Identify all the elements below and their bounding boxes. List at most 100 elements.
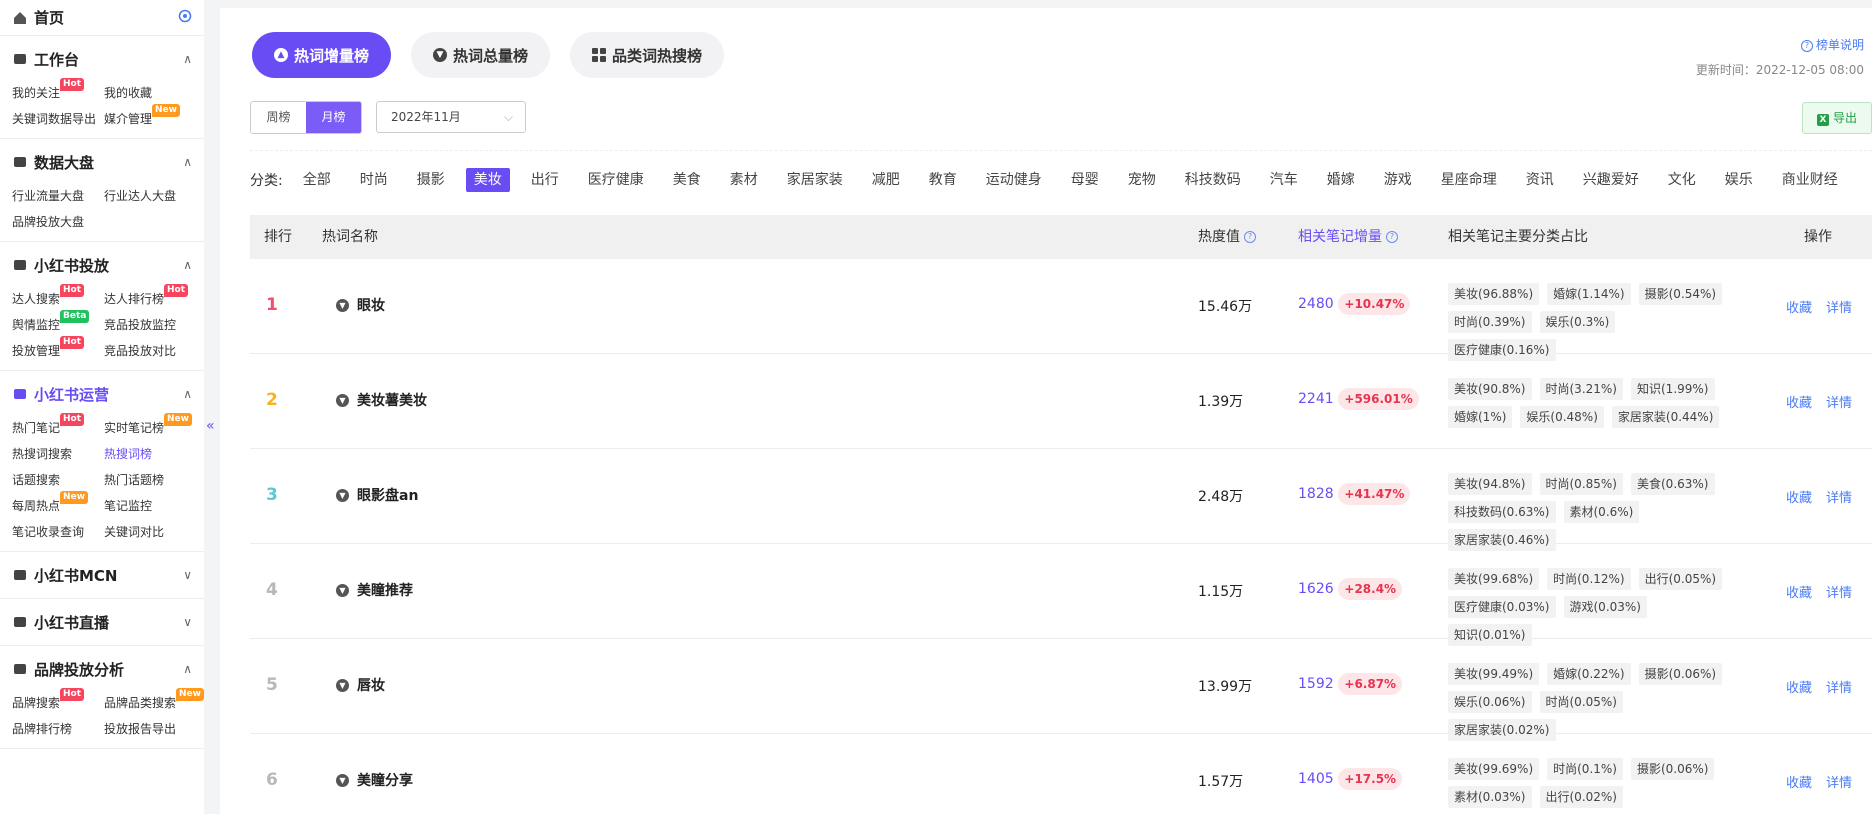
sidebar-section-header[interactable]: 小红书MCN ∨ — [0, 552, 204, 598]
sidebar-item[interactable]: 笔记监控 — [104, 495, 204, 517]
category-11[interactable]: 运动健身 — [978, 168, 1050, 192]
sidebar-item[interactable]: 品牌投放大盘 — [12, 211, 104, 233]
chevron-icon[interactable]: ∧ — [183, 52, 192, 66]
sidebar-item[interactable]: 话题搜索 — [12, 469, 104, 491]
sidebar-item[interactable]: 每周热点 New — [12, 491, 104, 517]
favorite-link[interactable]: 收藏 — [1786, 586, 1812, 601]
sidebar-item[interactable]: 舆情监控 Beta — [12, 310, 104, 336]
weekly-button[interactable]: 周榜 — [251, 102, 306, 133]
sidebar-item[interactable]: 热搜词搜索 — [12, 443, 104, 465]
favorite-link[interactable]: 收藏 — [1786, 491, 1812, 506]
category-1[interactable]: 时尚 — [352, 168, 396, 192]
category-9[interactable]: 减肥 — [864, 168, 908, 192]
category-3[interactable]: 美妆 — [465, 168, 510, 192]
detail-link[interactable]: 详情 — [1826, 396, 1852, 411]
hotword[interactable]: ▼ 美瞳分享 — [336, 770, 413, 790]
category-20[interactable]: 兴趣爱好 — [1575, 168, 1647, 192]
sidebar-section-header[interactable]: 小红书直播 ∨ — [0, 599, 204, 645]
collapse-sidebar-icon[interactable]: « — [206, 418, 215, 434]
badge: Beta — [60, 310, 90, 323]
category-22[interactable]: 娱乐 — [1717, 168, 1761, 192]
detail-link[interactable]: 详情 — [1826, 776, 1852, 791]
favorite-link[interactable]: 收藏 — [1786, 301, 1812, 316]
category-17[interactable]: 游戏 — [1376, 168, 1420, 192]
chevron-icon[interactable]: ∧ — [183, 387, 192, 401]
sidebar-item[interactable]: 媒介管理 New — [104, 104, 204, 130]
sidebar-item[interactable]: 热门笔记 Hot — [12, 413, 104, 439]
chevron-icon[interactable]: ∧ — [183, 662, 192, 676]
tab-hotword-increment[interactable]: ▲ 热词增量榜 — [252, 32, 392, 78]
sidebar-section-header[interactable]: 小红书投放 ∧ — [0, 242, 204, 288]
detail-link[interactable]: 详情 — [1826, 586, 1852, 601]
category-12[interactable]: 母婴 — [1063, 168, 1107, 192]
sidebar-item[interactable]: 热门话题榜 — [104, 469, 204, 491]
category-8[interactable]: 家居家装 — [779, 168, 851, 192]
category-10[interactable]: 教育 — [921, 168, 965, 192]
sidebar-item[interactable]: 实时笔记榜 New — [104, 413, 204, 439]
sidebar-item[interactable]: 品牌搜索 Hot — [12, 688, 104, 714]
sidebar-item[interactable]: 行业达人大盘 — [104, 185, 204, 207]
settings-icon[interactable] — [178, 8, 192, 27]
sidebar-section-header[interactable]: 数据大盘 ∧ — [0, 139, 204, 185]
category-23[interactable]: 商业财经 — [1774, 168, 1846, 192]
sidebar-section-header[interactable]: 品牌投放分析 ∧ — [0, 646, 204, 692]
category-21[interactable]: 文化 — [1660, 168, 1704, 192]
category-18[interactable]: 星座命理 — [1433, 168, 1505, 192]
month-select[interactable]: 2022年11月 ⌵ — [376, 101, 526, 133]
chevron-icon[interactable]: ∨ — [183, 615, 192, 629]
detail-link[interactable]: 详情 — [1826, 301, 1852, 316]
sidebar-item[interactable]: 投放报告导出 — [104, 718, 204, 740]
sidebar-item[interactable]: 笔记收录查询 — [12, 521, 104, 543]
tab-hotword-total[interactable]: ▼ 热词总量榜 — [411, 32, 551, 78]
category-0[interactable]: 全部 — [295, 168, 339, 192]
chevron-icon[interactable]: ∨ — [183, 568, 192, 582]
sidebar-section-header[interactable]: 工作台 ∧ — [0, 36, 204, 82]
sidebar-item[interactable]: 关键词数据导出 — [12, 108, 104, 130]
category-7[interactable]: 素材 — [722, 168, 766, 192]
sidebar-item[interactable]: 我的关注 Hot — [12, 78, 104, 104]
sidebar-item[interactable]: 行业流量大盘 — [12, 185, 104, 207]
sidebar-item[interactable]: 达人排行榜 Hot — [104, 284, 204, 310]
sidebar-item[interactable]: 达人搜索 Hot — [12, 284, 104, 310]
hotword[interactable]: ▼ 眼影盘an — [336, 485, 418, 505]
category-16[interactable]: 婚嫁 — [1319, 168, 1363, 192]
category-14[interactable]: 科技数码 — [1177, 168, 1249, 192]
category-6[interactable]: 美食 — [665, 168, 709, 192]
sidebar-item[interactable]: 我的收藏 — [104, 82, 204, 104]
sidebar-item[interactable]: 竞品投放监控 — [104, 314, 204, 336]
category-2[interactable]: 摄影 — [409, 168, 453, 192]
chevron-icon[interactable]: ∧ — [183, 258, 192, 272]
sidebar-item[interactable]: 品牌品类搜索 New — [104, 688, 204, 714]
col-notes[interactable]: 相关笔记增量? — [1298, 215, 1398, 259]
hotword[interactable]: ▼ 美妆薯美妆 — [336, 390, 427, 410]
favorite-link[interactable]: 收藏 — [1786, 681, 1812, 696]
sidebar-item[interactable]: 热搜词榜 — [104, 443, 204, 465]
detail-link[interactable]: 详情 — [1826, 491, 1852, 506]
tab-category-hotsearch[interactable]: 品类词热搜榜 — [570, 32, 725, 78]
sidebar-home[interactable]: 首页 — [0, 0, 204, 36]
category-5[interactable]: 医疗健康 — [580, 168, 652, 192]
favorite-link[interactable]: 收藏 — [1786, 776, 1812, 791]
export-button[interactable]: X 导出 — [1802, 102, 1872, 134]
help-icon[interactable]: ? — [1386, 231, 1398, 243]
sidebar-item[interactable]: 品牌排行榜 — [12, 718, 104, 740]
table-row: 6 ▼ 美瞳分享 1.57万 1405 +17.5% 美妆(99.69%) 时尚(0.1%) 摄… — [250, 734, 1872, 814]
monthly-button[interactable]: 月榜 — [306, 102, 361, 133]
sidebar-section-header[interactable]: 小红书运营 ∧ — [0, 371, 204, 417]
col-heat[interactable]: 热度值? — [1198, 215, 1256, 259]
category-19[interactable]: 资讯 — [1518, 168, 1562, 192]
category-13[interactable]: 宠物 — [1120, 168, 1164, 192]
sidebar-item[interactable]: 竞品投放对比 — [104, 340, 204, 362]
help-icon[interactable]: ? — [1244, 231, 1256, 243]
hotword[interactable]: ▼ 唇妆 — [336, 675, 385, 695]
sidebar-item[interactable]: 投放管理 Hot — [12, 336, 104, 362]
category-4[interactable]: 出行 — [523, 168, 567, 192]
category-15[interactable]: 汽车 — [1262, 168, 1306, 192]
hotword[interactable]: ▼ 眼妆 — [336, 295, 385, 315]
hotword[interactable]: ▼ 美瞳推荐 — [336, 580, 413, 600]
chevron-icon[interactable]: ∧ — [183, 155, 192, 169]
favorite-link[interactable]: 收藏 — [1786, 396, 1812, 411]
sidebar-item[interactable]: 关键词对比 — [104, 521, 204, 543]
rank-explanation-link[interactable]: ? 榜单说明 — [1800, 36, 1864, 53]
detail-link[interactable]: 详情 — [1826, 681, 1852, 696]
